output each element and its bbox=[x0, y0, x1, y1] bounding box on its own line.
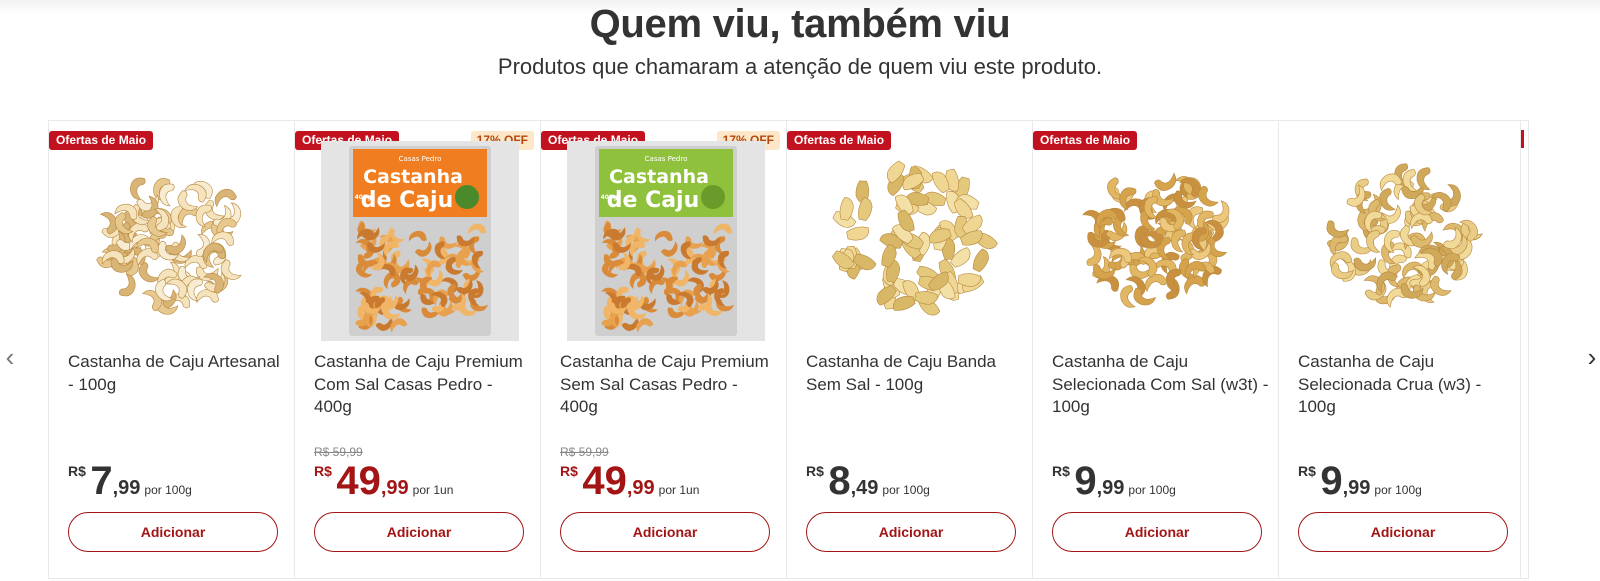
price-decimals: ,99 bbox=[380, 477, 409, 499]
product-card[interactable]: Ofertas de Maio Castanha de Caju Selecion… bbox=[1032, 120, 1283, 579]
cashew-pile-roasted-image bbox=[96, 177, 242, 315]
old-price: R$ 59,99 bbox=[314, 445, 363, 459]
product-name[interactable]: Castanha de Caju Artesanal - 100g bbox=[68, 351, 286, 396]
price-integer: 9 bbox=[1320, 459, 1343, 503]
price-decimals: ,99 bbox=[1096, 477, 1125, 499]
price-unit: por 100g bbox=[1128, 483, 1176, 497]
add-to-cart-button[interactable]: Adicionar bbox=[314, 512, 524, 552]
product-price: R$ 9,99 por 100g bbox=[1298, 459, 1422, 503]
product-card[interactable]: Ofertas de Maio Castanha de Caju Artesana… bbox=[48, 120, 299, 579]
product-card[interactable]: Ofertas de Maio 17% OFF Casas Pedro Castanh… bbox=[540, 120, 791, 579]
product-price: R$ 49,99 por 1un bbox=[314, 459, 453, 503]
product-image[interactable] bbox=[1059, 141, 1257, 341]
cashew-halves-pile-image bbox=[832, 160, 998, 316]
product-card[interactable]: Ofertas de Maio Castanha de Caju Banda Se… bbox=[786, 120, 1037, 579]
product-carousel: Ofertas de Maio Castanha de Caju Artesana… bbox=[48, 120, 1553, 580]
product-image[interactable] bbox=[813, 141, 1011, 341]
package-brand-label: Casas Pedro bbox=[645, 155, 688, 163]
product-image[interactable]: Casas Pedro Castanha de Caju 400g bbox=[567, 141, 765, 341]
chevron-left-icon[interactable]: ‹ bbox=[0, 342, 22, 372]
product-name[interactable]: Castanha de Caju Premium Sem Sal Casas P… bbox=[560, 351, 778, 419]
price-integer: 9 bbox=[1074, 459, 1097, 503]
old-price: R$ 59,99 bbox=[560, 445, 609, 459]
price-unit: por 1un bbox=[412, 483, 454, 497]
price-currency: R$ bbox=[806, 463, 824, 479]
product-name[interactable]: Castanha de Caju Premium Com Sal Casas P… bbox=[314, 351, 532, 419]
package-weight-label: 400g bbox=[601, 194, 618, 201]
price-currency: R$ bbox=[1052, 463, 1070, 479]
package-title-line-2: de Caju bbox=[607, 188, 700, 213]
add-to-cart-button[interactable]: Adicionar bbox=[806, 512, 1016, 552]
section-title: Quem viu, também viu bbox=[589, 2, 1011, 46]
cashew-pile-salted-image bbox=[1082, 172, 1230, 308]
price-decimals: ,99 bbox=[112, 477, 141, 499]
add-to-cart-button[interactable]: Adicionar bbox=[1052, 512, 1262, 552]
price-integer: 8 bbox=[828, 459, 851, 503]
section-subtitle: Produtos que chamaram a atenção de quem … bbox=[497, 54, 1103, 79]
price-unit: por 100g bbox=[882, 483, 930, 497]
package-title-line-1: Castanha bbox=[363, 166, 463, 188]
product-price: R$ 8,49 por 100g bbox=[806, 459, 930, 503]
price-decimals: ,99 bbox=[1342, 477, 1371, 499]
add-to-cart-button[interactable]: Adicionar bbox=[1298, 512, 1508, 552]
price-currency: R$ bbox=[1298, 463, 1316, 479]
price-decimals: ,49 bbox=[850, 477, 879, 499]
next-card-edge bbox=[1520, 120, 1523, 579]
product-price: R$ 49,99 por 1un bbox=[560, 459, 699, 503]
add-to-cart-button[interactable]: Adicionar bbox=[560, 512, 770, 552]
add-to-cart-button[interactable]: Adicionar bbox=[68, 512, 278, 552]
cashew-package-orange-image: Casas Pedro Castanhade Caju400g bbox=[321, 141, 519, 341]
next-card-badge-edge bbox=[1521, 130, 1524, 148]
package-title-line-2: de Caju bbox=[361, 188, 454, 213]
price-currency: R$ bbox=[560, 463, 578, 479]
product-name[interactable]: Castanha de Caju Selecionada Com Sal (w3… bbox=[1052, 351, 1270, 419]
price-currency: R$ bbox=[314, 463, 332, 479]
product-image[interactable] bbox=[75, 141, 273, 341]
price-unit: por 1un bbox=[658, 483, 700, 497]
price-integer: 49 bbox=[582, 459, 627, 503]
chevron-right-icon[interactable]: › bbox=[1580, 342, 1600, 372]
price-decimals: ,99 bbox=[626, 477, 655, 499]
product-name[interactable]: Castanha de Caju Banda Sem Sal - 100g bbox=[806, 351, 1024, 396]
price-currency: R$ bbox=[68, 463, 86, 479]
price-integer: 49 bbox=[336, 459, 381, 503]
product-card[interactable]: Castanha de Caju Selecionada Crua (w3) -… bbox=[1278, 120, 1529, 579]
package-title-line-1: Castanha bbox=[609, 166, 709, 188]
cashew-pile-raw-image bbox=[1326, 163, 1483, 309]
product-image[interactable]: Casas Pedro Castanha de Caju 400g bbox=[321, 141, 519, 341]
price-integer: 7 bbox=[90, 459, 113, 503]
package-brand-label: Casas Pedro bbox=[399, 155, 442, 163]
package-weight-label: 400g bbox=[355, 194, 372, 201]
price-unit: por 100g bbox=[144, 483, 192, 497]
price-unit: por 100g bbox=[1374, 483, 1422, 497]
product-price: R$ 7,99 por 100g bbox=[68, 459, 192, 503]
product-image[interactable] bbox=[1305, 141, 1503, 341]
product-card[interactable]: Ofertas de Maio 17% OFF Casas Pedro Castanh… bbox=[294, 120, 545, 579]
cashew-package-green-image: Casas Pedro Castanhade Caju400g bbox=[567, 141, 765, 341]
product-price: R$ 9,99 por 100g bbox=[1052, 459, 1176, 503]
product-name[interactable]: Castanha de Caju Selecionada Crua (w3) -… bbox=[1298, 351, 1516, 419]
